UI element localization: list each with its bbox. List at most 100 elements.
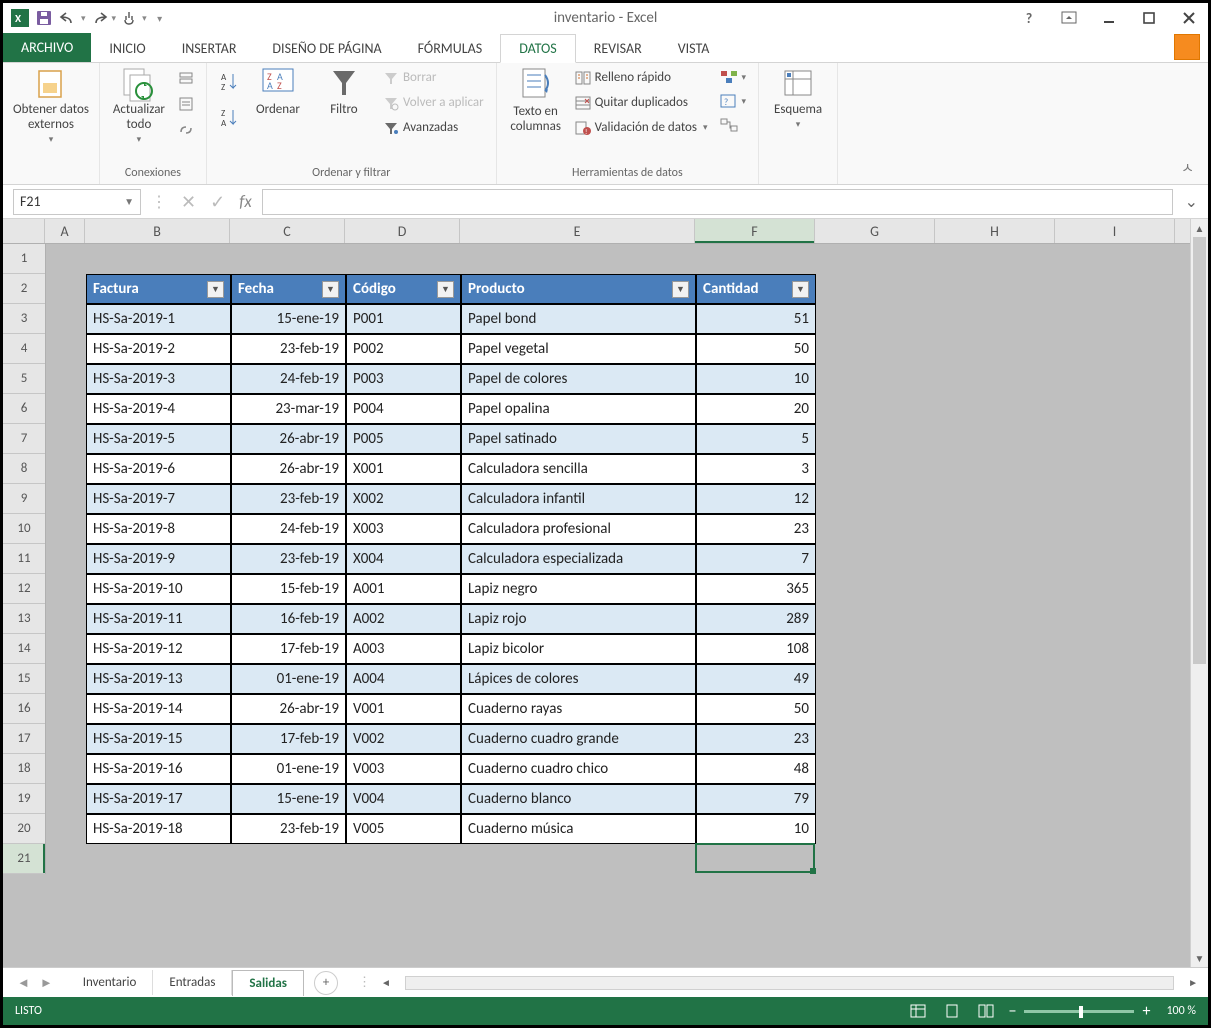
cell[interactable]: 23-feb-19 — [231, 544, 346, 574]
text-to-columns-button[interactable]: Texto en columnas — [507, 67, 565, 135]
cell[interactable]: 01-ene-19 — [231, 754, 346, 784]
row-header-7[interactable]: 7 — [3, 424, 45, 454]
row-header-21[interactable]: 21 — [3, 844, 45, 874]
cell[interactable]: 15-ene-19 — [231, 784, 346, 814]
cell[interactable]: V004 — [346, 784, 461, 814]
worksheet-grid[interactable]: ABCDEFGHI1234567891011121314151617181920… — [3, 219, 1190, 967]
name-box[interactable]: F21 ▼ — [13, 189, 141, 215]
row-header-12[interactable]: 12 — [3, 574, 45, 604]
cell[interactable]: 15-ene-19 — [231, 304, 346, 334]
row-header-14[interactable]: 14 — [3, 634, 45, 664]
minimize-icon[interactable] — [1096, 7, 1122, 29]
column-header-C[interactable]: C — [230, 219, 345, 243]
cell[interactable]: Cuaderno rayas — [461, 694, 696, 724]
sheet-tab-entradas[interactable]: Entradas — [153, 970, 232, 995]
sort-button[interactable]: ZAAZ Ordenar — [249, 67, 307, 118]
cell[interactable]: X004 — [346, 544, 461, 574]
cell[interactable]: Cuaderno cuadro grande — [461, 724, 696, 754]
consolidate-button[interactable]: ▾ — [718, 67, 749, 87]
flash-fill-button[interactable]: Relleno rápido — [573, 67, 710, 88]
row-header-19[interactable]: 19 — [3, 784, 45, 814]
redo-icon[interactable] — [88, 7, 110, 29]
cell[interactable]: HS-Sa-2019-9 — [86, 544, 231, 574]
clear-filter-button[interactable]: Borrar — [381, 67, 486, 88]
relationships-button[interactable] — [718, 115, 749, 135]
table-header-fecha[interactable]: Fecha▼ — [231, 274, 346, 304]
cell[interactable]: 48 — [696, 754, 816, 784]
cell[interactable]: 17-feb-19 — [231, 724, 346, 754]
cell[interactable]: 289 — [696, 604, 816, 634]
cell[interactable]: Papel opalina — [461, 394, 696, 424]
cell[interactable]: P002 — [346, 334, 461, 364]
cell[interactable]: 26-abr-19 — [231, 424, 346, 454]
close-icon[interactable] — [1176, 7, 1202, 29]
cell[interactable]: A001 — [346, 574, 461, 604]
fx-icon[interactable]: fx — [235, 191, 256, 212]
cell[interactable]: HS-Sa-2019-6 — [86, 454, 231, 484]
get-external-data-button[interactable]: Obtener datos externos ▾ — [13, 67, 89, 145]
zoom-slider[interactable] — [1024, 1010, 1134, 1013]
column-header-I[interactable]: I — [1055, 219, 1175, 243]
cell[interactable]: HS-Sa-2019-2 — [86, 334, 231, 364]
cell[interactable]: Papel bond — [461, 304, 696, 334]
tab-archivo[interactable]: ARCHIVO — [3, 33, 91, 62]
normal-view-icon[interactable] — [907, 1002, 929, 1020]
cell[interactable]: 26-abr-19 — [231, 694, 346, 724]
cell[interactable]: 23-feb-19 — [231, 334, 346, 364]
column-header-B[interactable]: B — [85, 219, 230, 243]
table-header-cantidad[interactable]: Cantidad▼ — [696, 274, 816, 304]
cell[interactable]: 17-feb-19 — [231, 634, 346, 664]
cell[interactable]: HS-Sa-2019-14 — [86, 694, 231, 724]
cell[interactable]: X003 — [346, 514, 461, 544]
column-header-G[interactable]: G — [815, 219, 935, 243]
cell[interactable]: V002 — [346, 724, 461, 754]
cell[interactable]: 23 — [696, 724, 816, 754]
cell[interactable]: 20 — [696, 394, 816, 424]
cell[interactable]: Cuaderno música — [461, 814, 696, 844]
cell[interactable]: HS-Sa-2019-7 — [86, 484, 231, 514]
cell[interactable]: Calculadora sencilla — [461, 454, 696, 484]
cell[interactable]: HS-Sa-2019-8 — [86, 514, 231, 544]
cell[interactable]: A003 — [346, 634, 461, 664]
column-header-H[interactable]: H — [935, 219, 1055, 243]
row-header-4[interactable]: 4 — [3, 334, 45, 364]
sheet-nav-prev-icon[interactable]: ◄ — [17, 975, 30, 991]
sheet-tab-salidas[interactable]: Salidas — [232, 970, 304, 996]
edit-links-button[interactable] — [176, 119, 196, 141]
cell[interactable]: 50 — [696, 334, 816, 364]
cell[interactable]: Lápices de colores — [461, 664, 696, 694]
tab-formulas[interactable]: FÓRMULAS — [400, 35, 501, 62]
sort-desc-button[interactable]: ZA — [217, 103, 241, 131]
cell[interactable]: Lapiz rojo — [461, 604, 696, 634]
cell[interactable]: A004 — [346, 664, 461, 694]
maximize-icon[interactable] — [1136, 7, 1162, 29]
cell[interactable]: P001 — [346, 304, 461, 334]
cell[interactable]: 23-mar-19 — [231, 394, 346, 424]
cell[interactable]: Calculadora especializada — [461, 544, 696, 574]
cell[interactable]: Lapiz negro — [461, 574, 696, 604]
row-header-16[interactable]: 16 — [3, 694, 45, 724]
table-header-código[interactable]: Código▼ — [346, 274, 461, 304]
cell[interactable]: HS-Sa-2019-3 — [86, 364, 231, 394]
cell[interactable]: 24-feb-19 — [231, 364, 346, 394]
new-sheet-button[interactable]: + — [314, 971, 338, 995]
cell[interactable]: 3 — [696, 454, 816, 484]
horizontal-scrollbar[interactable]: ⋮ ◄ ► — [348, 975, 1198, 990]
cell[interactable]: V001 — [346, 694, 461, 724]
cell[interactable]: HS-Sa-2019-17 — [86, 784, 231, 814]
refresh-all-button[interactable]: Actualizar todo ▾ — [110, 67, 168, 145]
cell[interactable]: 5 — [696, 424, 816, 454]
filter-dropdown-icon[interactable]: ▼ — [437, 281, 454, 298]
cell[interactable]: 50 — [696, 694, 816, 724]
select-all-corner[interactable] — [3, 219, 45, 243]
row-header-9[interactable]: 9 — [3, 484, 45, 514]
row-header-10[interactable]: 10 — [3, 514, 45, 544]
scroll-up-icon[interactable]: ▲ — [1191, 219, 1208, 237]
row-header-8[interactable]: 8 — [3, 454, 45, 484]
filter-dropdown-icon[interactable]: ▼ — [322, 281, 339, 298]
tab-insertar[interactable]: INSERTAR — [164, 35, 255, 62]
cell[interactable]: 26-abr-19 — [231, 454, 346, 484]
cell[interactable]: Calculadora infantil — [461, 484, 696, 514]
confirm-formula-icon[interactable]: ✓ — [206, 191, 229, 213]
filter-dropdown-icon[interactable]: ▼ — [672, 281, 689, 298]
